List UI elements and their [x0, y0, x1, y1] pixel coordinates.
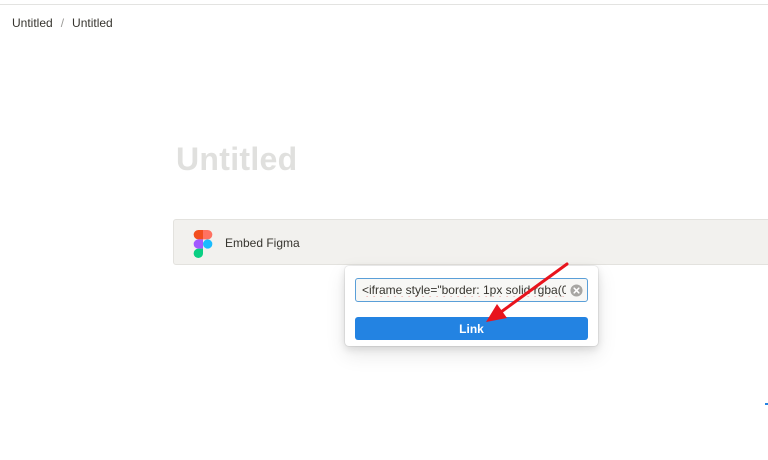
link-button[interactable]: Link: [355, 317, 588, 340]
notion-page: Untitled / Untitled Untitled Embed Figma…: [0, 0, 768, 460]
embed-figma-block[interactable]: Embed Figma: [173, 219, 768, 265]
embed-link-popup: <iframe style="border: 1px solid rgba(0 …: [345, 266, 598, 346]
top-divider: [0, 4, 768, 5]
figma-icon: [193, 230, 213, 258]
embed-label: Embed Figma: [225, 236, 300, 250]
breadcrumb-separator: /: [60, 16, 65, 30]
breadcrumb-item-current[interactable]: Untitled: [72, 16, 113, 30]
embed-url-value: <iframe style="border: 1px solid rgba(0: [362, 283, 566, 297]
breadcrumb-item-parent[interactable]: Untitled: [12, 16, 53, 30]
page-title[interactable]: Untitled: [176, 141, 298, 178]
clear-circle-icon[interactable]: [570, 283, 583, 297]
embed-url-input[interactable]: <iframe style="border: 1px solid rgba(0: [355, 278, 588, 302]
breadcrumb: Untitled / Untitled: [12, 16, 113, 30]
